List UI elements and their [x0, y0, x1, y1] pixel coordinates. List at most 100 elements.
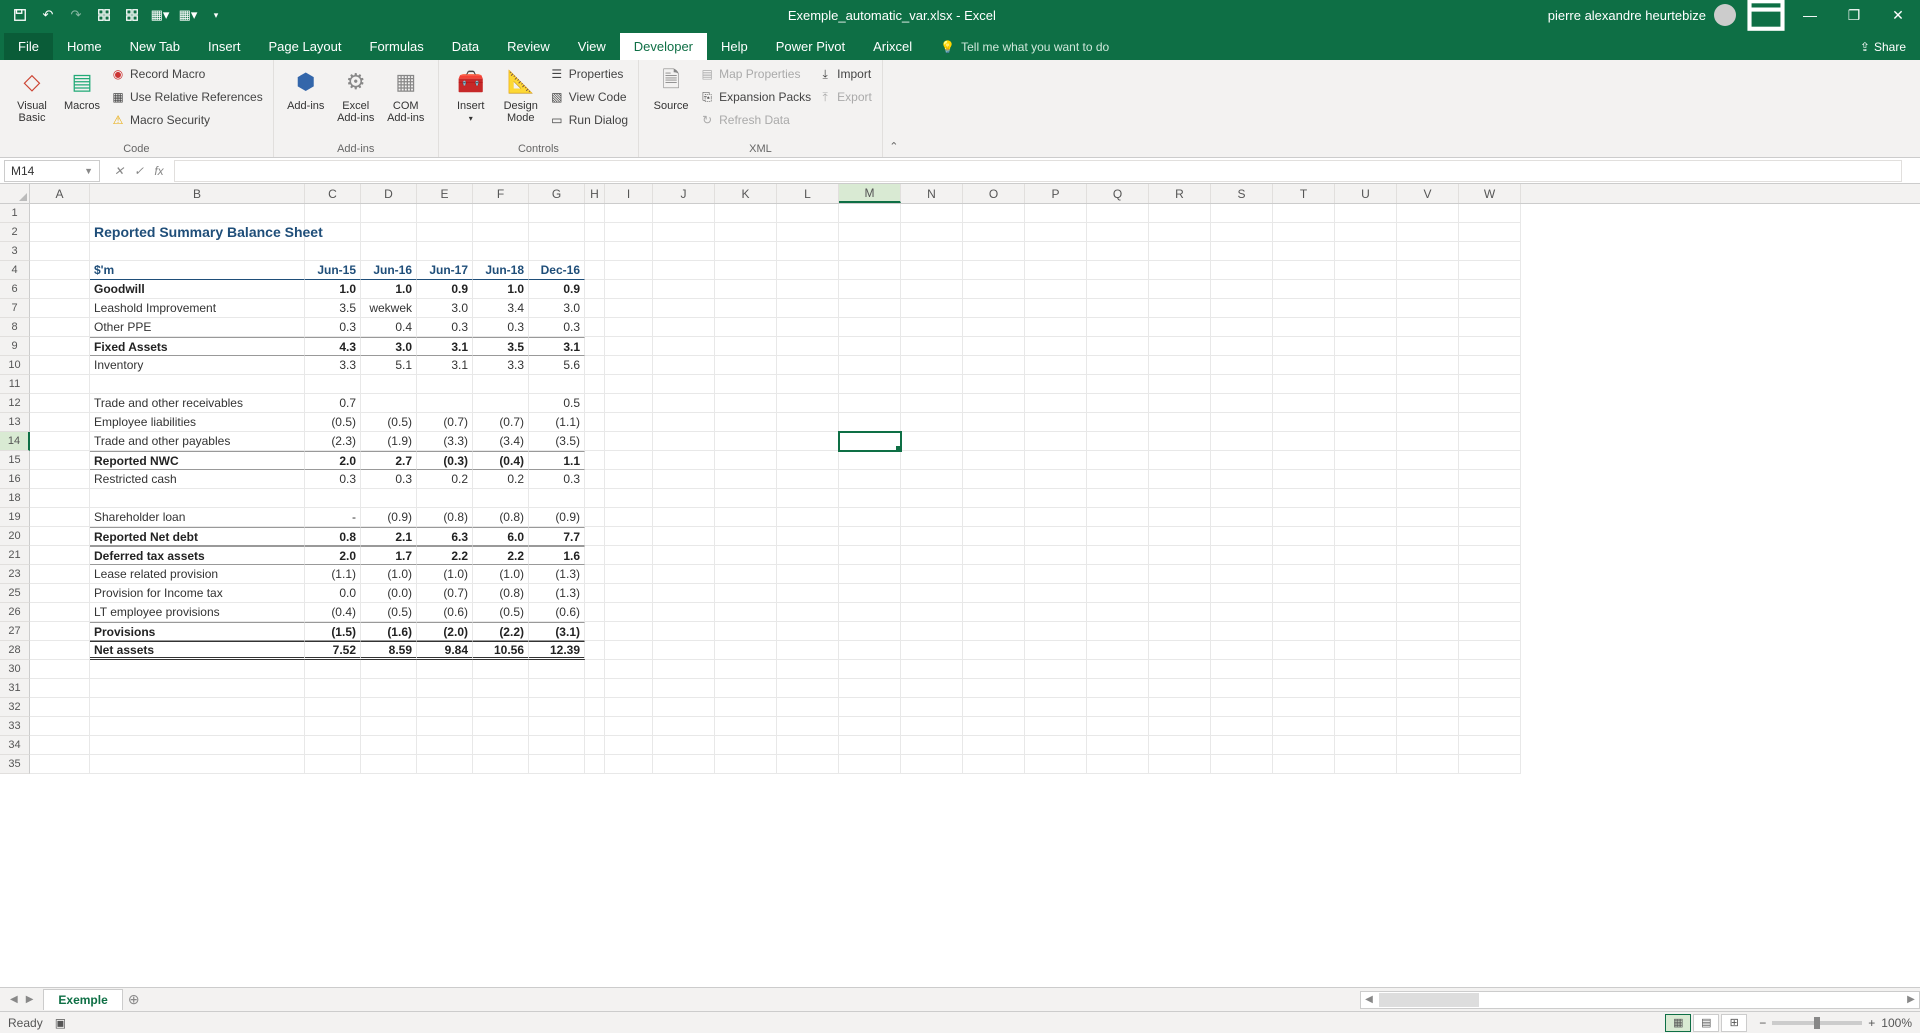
cell-G7[interactable]: 3.0 — [529, 299, 585, 318]
macro-record-status-icon[interactable]: ▣ — [55, 1016, 66, 1030]
cell-J35[interactable] — [653, 755, 715, 774]
cell-B11[interactable] — [90, 375, 305, 394]
cell-I14[interactable] — [605, 432, 653, 451]
cell-G12[interactable]: 0.5 — [529, 394, 585, 413]
cell-V3[interactable] — [1397, 242, 1459, 261]
qat-btn-4[interactable]: ▦▾ — [176, 3, 200, 27]
cell-E4[interactable]: Jun-17 — [417, 261, 473, 280]
col-header-N[interactable]: N — [901, 184, 963, 203]
cell-I25[interactable] — [605, 584, 653, 603]
row-header[interactable]: 4 — [0, 261, 30, 280]
cell-E9[interactable]: 3.1 — [417, 337, 473, 356]
cell-V21[interactable] — [1397, 546, 1459, 565]
cell-N32[interactable] — [901, 698, 963, 717]
cell-V26[interactable] — [1397, 603, 1459, 622]
cell-K18[interactable] — [715, 489, 777, 508]
cell-B32[interactable] — [90, 698, 305, 717]
cell-H6[interactable] — [585, 280, 605, 299]
cell-A26[interactable] — [30, 603, 90, 622]
cell-Q9[interactable] — [1087, 337, 1149, 356]
cell-B23[interactable]: Lease related provision — [90, 565, 305, 584]
cell-B31[interactable] — [90, 679, 305, 698]
cell-V14[interactable] — [1397, 432, 1459, 451]
cell-V12[interactable] — [1397, 394, 1459, 413]
cell-R21[interactable] — [1149, 546, 1211, 565]
cell-D8[interactable]: 0.4 — [361, 318, 417, 337]
cell-T10[interactable] — [1273, 356, 1335, 375]
cell-C13[interactable]: (0.5) — [305, 413, 361, 432]
row-header[interactable]: 2 — [0, 223, 30, 242]
cell-N13[interactable] — [901, 413, 963, 432]
cell-V19[interactable] — [1397, 508, 1459, 527]
cell-A14[interactable] — [30, 432, 90, 451]
cell-F26[interactable]: (0.5) — [473, 603, 529, 622]
cell-M35[interactable] — [839, 755, 901, 774]
cell-Q11[interactable] — [1087, 375, 1149, 394]
cell-D2[interactable] — [361, 223, 417, 242]
cell-V9[interactable] — [1397, 337, 1459, 356]
cell-W19[interactable] — [1459, 508, 1521, 527]
row-header[interactable]: 15 — [0, 451, 30, 470]
tab-newtab[interactable]: New Tab — [116, 33, 194, 60]
cell-L23[interactable] — [777, 565, 839, 584]
col-header-J[interactable]: J — [653, 184, 715, 203]
cell-S3[interactable] — [1211, 242, 1273, 261]
row-header[interactable]: 11 — [0, 375, 30, 394]
cell-B33[interactable] — [90, 717, 305, 736]
cell-S13[interactable] — [1211, 413, 1273, 432]
cell-S23[interactable] — [1211, 565, 1273, 584]
cell-B15[interactable]: Reported NWC — [90, 451, 305, 470]
cell-M30[interactable] — [839, 660, 901, 679]
collapse-ribbon-icon[interactable]: ⌃ — [883, 60, 905, 157]
scroll-right-icon[interactable]: ▶ — [1903, 994, 1919, 1005]
macro-security-button[interactable]: ⚠Macro Security — [110, 110, 263, 130]
cell-K3[interactable] — [715, 242, 777, 261]
cell-E19[interactable]: (0.8) — [417, 508, 473, 527]
cell-P11[interactable] — [1025, 375, 1087, 394]
cell-E7[interactable]: 3.0 — [417, 299, 473, 318]
cell-F31[interactable] — [473, 679, 529, 698]
cell-V13[interactable] — [1397, 413, 1459, 432]
cell-E21[interactable]: 2.2 — [417, 546, 473, 565]
cell-I21[interactable] — [605, 546, 653, 565]
row-header[interactable]: 6 — [0, 280, 30, 299]
cell-J27[interactable] — [653, 622, 715, 641]
cell-H27[interactable] — [585, 622, 605, 641]
cell-K21[interactable] — [715, 546, 777, 565]
cell-B1[interactable] — [90, 204, 305, 223]
cell-S28[interactable] — [1211, 641, 1273, 660]
cell-U33[interactable] — [1335, 717, 1397, 736]
export-button[interactable]: ⤒Export — [817, 87, 872, 107]
cell-H25[interactable] — [585, 584, 605, 603]
cell-E10[interactable]: 3.1 — [417, 356, 473, 375]
tab-insert[interactable]: Insert — [194, 33, 255, 60]
normal-view-icon[interactable]: ▦ — [1665, 1014, 1691, 1032]
cell-A35[interactable] — [30, 755, 90, 774]
cell-O31[interactable] — [963, 679, 1025, 698]
cell-S1[interactable] — [1211, 204, 1273, 223]
cell-C28[interactable]: 7.52 — [305, 641, 361, 660]
cell-F6[interactable]: 1.0 — [473, 280, 529, 299]
cell-J10[interactable] — [653, 356, 715, 375]
cell-L9[interactable] — [777, 337, 839, 356]
cell-T21[interactable] — [1273, 546, 1335, 565]
cancel-formula-icon[interactable]: ✕ — [110, 164, 128, 178]
cell-F10[interactable]: 3.3 — [473, 356, 529, 375]
cell-C34[interactable] — [305, 736, 361, 755]
cell-C30[interactable] — [305, 660, 361, 679]
scroll-left-icon[interactable]: ◀ — [1361, 994, 1377, 1005]
cell-V27[interactable] — [1397, 622, 1459, 641]
cell-K9[interactable] — [715, 337, 777, 356]
row-header[interactable]: 3 — [0, 242, 30, 261]
cell-S32[interactable] — [1211, 698, 1273, 717]
cell-W9[interactable] — [1459, 337, 1521, 356]
cell-L33[interactable] — [777, 717, 839, 736]
cell-N9[interactable] — [901, 337, 963, 356]
cell-V31[interactable] — [1397, 679, 1459, 698]
cell-B21[interactable]: Deferred tax assets — [90, 546, 305, 565]
cell-W13[interactable] — [1459, 413, 1521, 432]
cell-U11[interactable] — [1335, 375, 1397, 394]
cell-T3[interactable] — [1273, 242, 1335, 261]
cell-F33[interactable] — [473, 717, 529, 736]
cell-A16[interactable] — [30, 470, 90, 489]
